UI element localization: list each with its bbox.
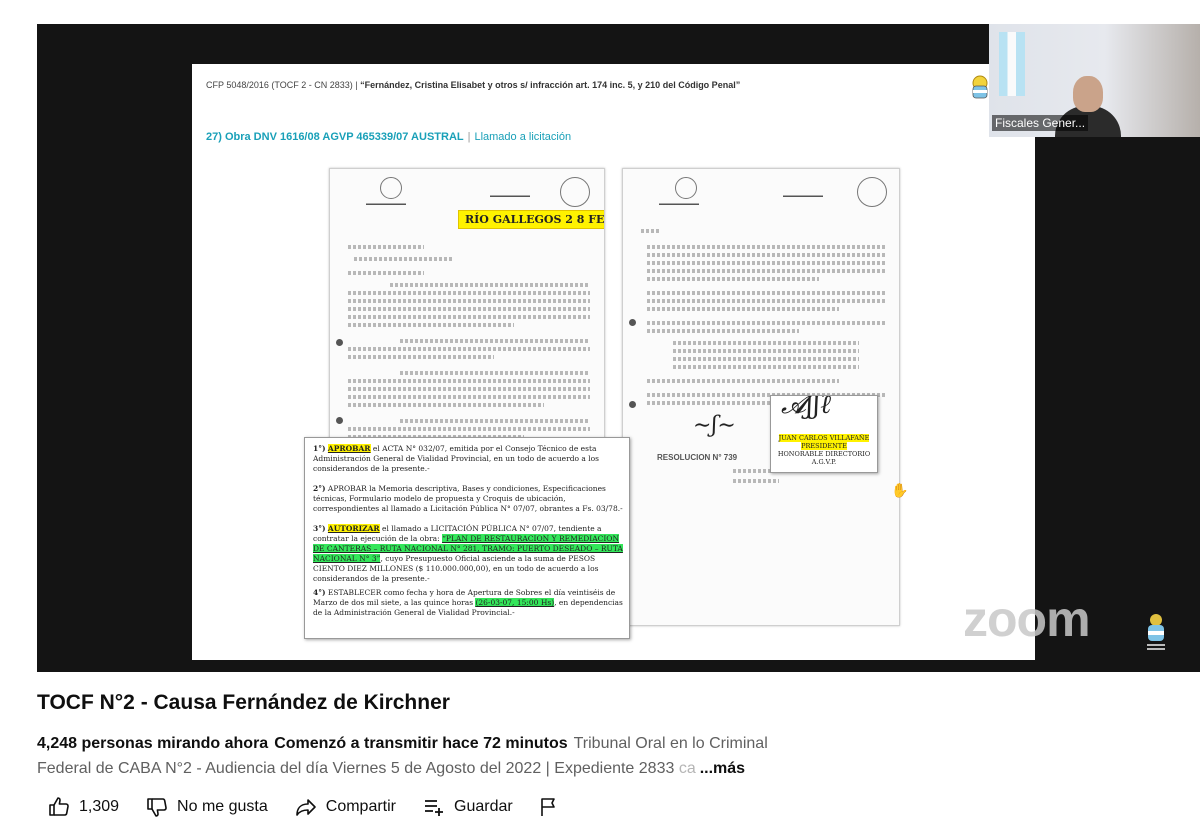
stamp-seal-icon	[560, 177, 590, 207]
province-seal-icon	[380, 177, 402, 199]
stream-start: Comenzó a transmitir hace 72 minutos	[274, 735, 568, 752]
presentation-slide: CFP 5048/2016 (TOCF 2 - CN 2833) | “Fern…	[192, 64, 1035, 660]
like-button[interactable]: 1,309	[47, 795, 119, 819]
show-more-button[interactable]: ...más	[700, 760, 745, 777]
signature-scribble: ∼ʃ∼	[693, 413, 736, 438]
like-count: 1,309	[79, 798, 120, 815]
share-icon	[295, 799, 316, 816]
court-seal-icon	[1147, 614, 1165, 650]
obra-heading: 27) Obra DNV 1616/08 AGVP 465339/07 AUST…	[206, 131, 572, 143]
action-bar: 1,309 No me gusta Compartir Guardar	[37, 790, 561, 824]
date-stamp: RÍO GALLEGOS 2 8 FEB 2007	[458, 210, 604, 229]
province-seal-icon	[675, 177, 697, 199]
resolution-callout: 1°) APROBAR el ACTA N° 032/07, emitida p…	[304, 437, 630, 639]
case-reference: CFP 5048/2016 (TOCF 2 - CN 2833) | “Fern…	[206, 80, 741, 90]
description-line-1[interactable]: 4,248 personas mirando ahora Comenzó a tr…	[37, 735, 768, 753]
thumbs-down-icon	[147, 798, 167, 817]
share-label: Compartir	[325, 798, 396, 815]
dislike-button[interactable]: No me gusta	[145, 795, 268, 819]
description-text: Tribunal Oral en lo Criminal	[573, 735, 768, 752]
stamp-seal-icon	[857, 177, 887, 207]
signature-callout: 𝓐ʃʃℓ JUAN CARLOS VILLAFAÑE PRESIDENTE HO…	[770, 395, 878, 473]
flag-icon	[999, 32, 1025, 96]
playlist-add-icon	[425, 800, 443, 816]
description-line-2[interactable]: Federal de CABA N°2 - Audiencia del día …	[37, 760, 745, 778]
resolution-item-4: 4°) ESTABLECER como fecha y hora de Aper…	[313, 588, 623, 617]
participant-avatar	[1073, 76, 1103, 112]
resolution-item-2: 2°) APROBAR la Memoria descriptiva, Base…	[313, 484, 623, 513]
dislike-label: No me gusta	[177, 798, 268, 815]
video-player[interactable]: CFP 5048/2016 (TOCF 2 - CN 2833) | “Fern…	[37, 24, 1200, 672]
signature-scribble: 𝓐ʃʃℓ	[781, 395, 832, 420]
hand-cursor-icon: ✋	[891, 482, 909, 498]
thumbs-up-icon	[49, 797, 69, 816]
court-seal-icon	[972, 75, 988, 99]
participant-label: Fiscales Gener...	[992, 115, 1089, 131]
share-button[interactable]: Compartir	[294, 795, 396, 819]
viewer-count: 4,248 personas mirando ahora	[37, 735, 269, 752]
resolution-item-3: 3°) AUTORIZAR el llamado a LICITACIÓN PÚ…	[313, 524, 623, 583]
report-button[interactable]	[537, 795, 561, 819]
flag-icon	[540, 798, 555, 816]
zoom-watermark: zoom	[963, 591, 1091, 647]
video-title: TOCF N°2 - Causa Fernández de Kirchner	[37, 691, 450, 714]
resolution-item-1: 1°) APROBAR el ACTA N° 032/07, emitida p…	[313, 444, 600, 473]
participant-video-tile[interactable]: Fiscales Gener...	[989, 24, 1200, 137]
save-button[interactable]: Guardar	[422, 795, 513, 819]
save-label: Guardar	[454, 798, 513, 815]
